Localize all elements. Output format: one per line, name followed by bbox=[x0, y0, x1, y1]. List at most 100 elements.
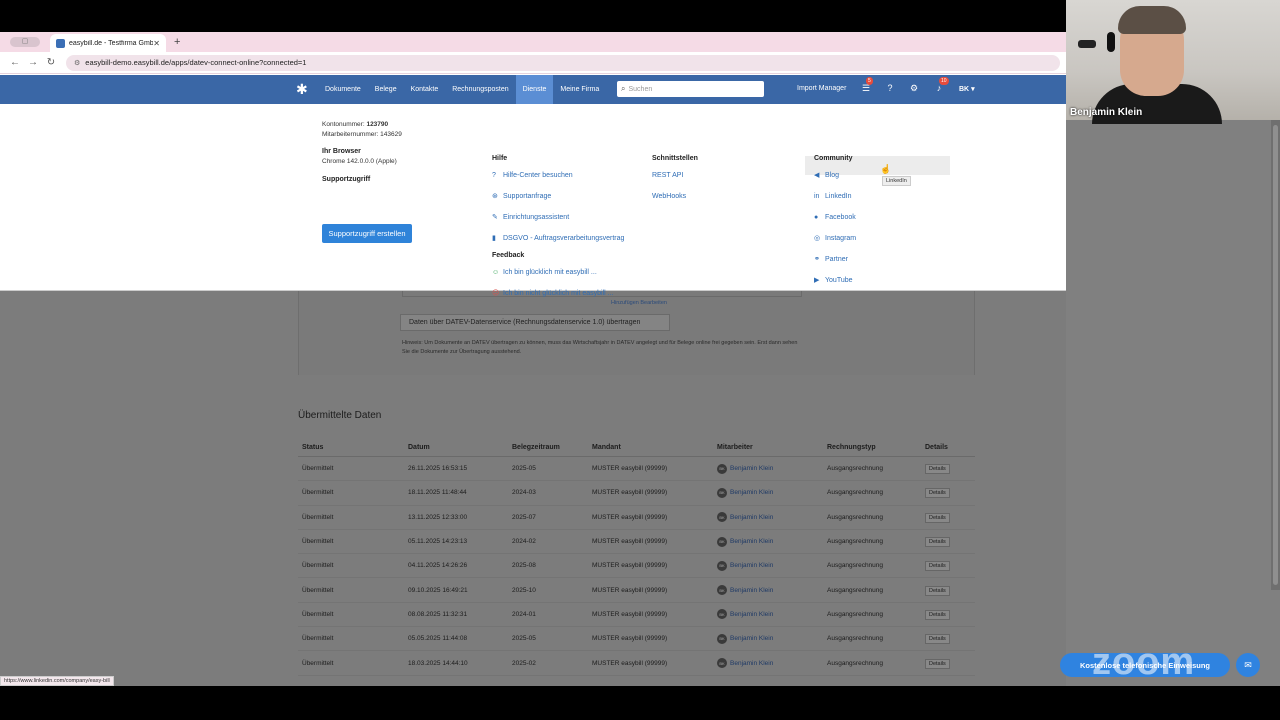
instagram-link[interactable]: ◎ Instagram bbox=[814, 233, 856, 243]
address-bar: ← → ↻ ⚙ easybill-demo.easybill.de/apps/d… bbox=[0, 52, 1066, 74]
cell-rechnungstyp: Ausgangsrechnung bbox=[827, 586, 884, 594]
details-button[interactable]: Details bbox=[925, 658, 950, 669]
details-button[interactable]: Details bbox=[925, 537, 950, 548]
youtube-link[interactable]: ▶ YouTube bbox=[814, 275, 856, 285]
mitarbeiter-link[interactable]: Benjamin Klein bbox=[730, 611, 773, 618]
details-button[interactable]: Details bbox=[925, 609, 950, 620]
table-row: Übermittelt 05.11.2025 14:23:13 2024-02 MUS… bbox=[298, 530, 975, 555]
main-nav: Dokumente Belege Kontakte Rechnungsposte… bbox=[318, 75, 606, 104]
help-icon[interactable]: ? bbox=[884, 83, 896, 93]
details-button[interactable]: Details bbox=[925, 464, 950, 475]
account-info-column: Kontonummer: 123790 Mitarbeiternummer: 1… bbox=[322, 120, 402, 183]
supportzugriff-erstellen-button[interactable]: Supportzugriff erstellen bbox=[322, 224, 412, 243]
rest-api-link[interactable]: REST API bbox=[652, 170, 698, 180]
browser-tab[interactable]: easybill.de - Testfirma GmbH ✕ bbox=[50, 34, 166, 52]
user-avatar-icon: BK bbox=[717, 560, 727, 571]
cell-belegzeitraum: 2025-07 bbox=[512, 513, 536, 521]
mitarbeiter-link[interactable]: Benjamin Klein bbox=[730, 465, 773, 472]
easybill-logo-icon[interactable]: ✱ bbox=[296, 82, 308, 96]
cell-belegzeitraum: 2024-01 bbox=[512, 610, 536, 618]
user-avatar-icon: BK bbox=[717, 512, 727, 523]
hinzufuegen-bearbeiten-link[interactable]: Hinzufügen Bearbeiten bbox=[611, 300, 667, 306]
feedback-unhappy-link[interactable]: ☹ Ich bin nicht glücklich mit easybill ..… bbox=[492, 288, 624, 298]
linkedin-link[interactable]: in LinkedIn bbox=[814, 191, 856, 201]
forward-icon[interactable]: → bbox=[24, 57, 42, 68]
webcam-name-label: Benjamin Klein bbox=[1070, 107, 1143, 118]
details-button[interactable]: Details bbox=[925, 512, 950, 523]
nav-dokumente[interactable]: Dokumente bbox=[318, 75, 368, 104]
tasks-icon[interactable]: ☰ 5 bbox=[860, 77, 873, 94]
hilfe-column: Hilfe ? Hilfe-Center besuchen ⊛ Supportanf… bbox=[492, 155, 624, 298]
mitarbeiter-link[interactable]: Benjamin Klein bbox=[730, 562, 773, 569]
details-button[interactable]: Details bbox=[925, 634, 950, 645]
kontonummer-row: Kontonummer: 123790 bbox=[322, 120, 402, 130]
mitarbeiter-link[interactable]: Benjamin Klein bbox=[730, 660, 773, 667]
partner-link[interactable]: ⚭ Partner bbox=[814, 254, 856, 264]
cell-datum: 18.11.2025 11:48:44 bbox=[408, 489, 467, 497]
cell-details: Details bbox=[925, 585, 975, 596]
einrichtungsassistent-link[interactable]: ✎ Einrichtungsassistent bbox=[492, 212, 624, 222]
cell-rechnungstyp: Ausgangsrechnung bbox=[827, 610, 884, 618]
col-mandant: Mandant bbox=[592, 444, 621, 451]
mitarbeiternummer-value: 143629 bbox=[380, 131, 402, 138]
linkedin-label: LinkedIn bbox=[825, 192, 852, 200]
reload-icon[interactable]: ↻ bbox=[42, 57, 60, 68]
user-avatar-icon: BK bbox=[717, 658, 727, 669]
datev-transfer-button[interactable]: Daten über DATEV-Datenservice (Rechnungs… bbox=[400, 314, 670, 331]
search-input[interactable]: ⌕ Suchen bbox=[617, 81, 764, 97]
cell-status: Übermittelt bbox=[302, 659, 334, 667]
blog-link[interactable]: ◀ Blog bbox=[814, 170, 856, 180]
zoom-watermark: zoom bbox=[1092, 641, 1196, 683]
hilfe-center-link[interactable]: ? Hilfe-Center besuchen bbox=[492, 170, 624, 180]
cell-details: Details bbox=[925, 658, 975, 669]
details-button[interactable]: Details bbox=[925, 488, 950, 499]
webhooks-link[interactable]: WebHooks bbox=[652, 191, 698, 201]
tab-close-icon[interactable]: ✕ bbox=[153, 39, 160, 48]
nav-meine-firma[interactable]: Meine Firma bbox=[553, 75, 606, 104]
cell-mandant: MUSTER easybill (99999) bbox=[592, 610, 668, 618]
megaphone-icon: ◀ bbox=[814, 172, 820, 179]
import-manager-link[interactable]: Import Manager bbox=[797, 85, 846, 92]
nav-rechnungsposten[interactable]: Rechnungsposten bbox=[445, 75, 515, 104]
cell-datum: 13.11.2025 12:33:00 bbox=[408, 513, 468, 521]
cell-mandant: MUSTER easybill (99999) bbox=[592, 659, 668, 667]
blog-label: Blog bbox=[825, 171, 840, 179]
cell-mitarbeiter: BK Benjamin Klein bbox=[717, 512, 827, 523]
facebook-link[interactable]: ● Facebook bbox=[814, 212, 856, 222]
mitarbeiter-link[interactable]: Benjamin Klein bbox=[730, 587, 773, 594]
user-avatar-icon: BK bbox=[717, 585, 727, 596]
chat-icon[interactable]: ✉ bbox=[1236, 653, 1260, 677]
page-content-dimmed: Hinzufügen Bearbeiten Daten über DATEV-D… bbox=[0, 291, 1066, 686]
details-button[interactable]: Details bbox=[925, 585, 950, 596]
cell-mitarbeiter: BK Benjamin Klein bbox=[717, 658, 827, 669]
feedback-happy-link[interactable]: ☺ Ich bin glücklich mit easybill ... bbox=[492, 267, 624, 277]
mitarbeiter-link[interactable]: Benjamin Klein bbox=[730, 489, 773, 496]
site-info-icon[interactable]: ⚙ bbox=[74, 59, 80, 67]
search-placeholder: Suchen bbox=[628, 85, 653, 93]
supportanfrage-link[interactable]: ⊛ Supportanfrage bbox=[492, 191, 624, 201]
url-field[interactable]: ⚙ easybill-demo.easybill.de/apps/datev-c… bbox=[66, 54, 1060, 71]
book-icon: ▮ bbox=[492, 235, 496, 242]
settings-gear-icon[interactable]: ⚙ bbox=[908, 83, 920, 94]
dsgvo-link[interactable]: ▮ DSGVO - Auftragsverarbeitungsvertrag bbox=[492, 233, 624, 243]
cell-status: Übermittelt bbox=[302, 513, 334, 521]
details-button[interactable]: Details bbox=[925, 561, 950, 572]
nav-kontakte[interactable]: Kontakte bbox=[404, 75, 446, 104]
scrollbar-thumb[interactable] bbox=[1273, 125, 1278, 585]
section-title: Übermittelte Daten bbox=[298, 410, 382, 421]
user-menu[interactable]: BK ▾ bbox=[959, 85, 975, 93]
cell-mandant: MUSTER easybill (99999) bbox=[592, 635, 668, 643]
nav-belege[interactable]: Belege bbox=[368, 75, 404, 104]
nav-dienste[interactable]: Dienste bbox=[515, 75, 554, 104]
mitarbeiter-link[interactable]: Benjamin Klein bbox=[730, 635, 773, 642]
notifications-bell-icon[interactable]: ♪ 10 bbox=[933, 77, 949, 93]
back-icon[interactable]: ← bbox=[6, 57, 24, 68]
window-menu-icon[interactable]: ▢ bbox=[10, 37, 40, 47]
cell-rechnungstyp: Ausgangsrechnung bbox=[827, 538, 884, 546]
mitarbeiter-link[interactable]: Benjamin Klein bbox=[730, 538, 773, 545]
cell-belegzeitraum: 2024-02 bbox=[512, 538, 536, 546]
tab-title: easybill.de - Testfirma GmbH bbox=[69, 39, 154, 47]
einrichtungsassistent-label: Einrichtungsassistent bbox=[503, 213, 570, 221]
new-tab-icon[interactable]: + bbox=[174, 36, 180, 48]
mitarbeiter-link[interactable]: Benjamin Klein bbox=[730, 514, 773, 521]
